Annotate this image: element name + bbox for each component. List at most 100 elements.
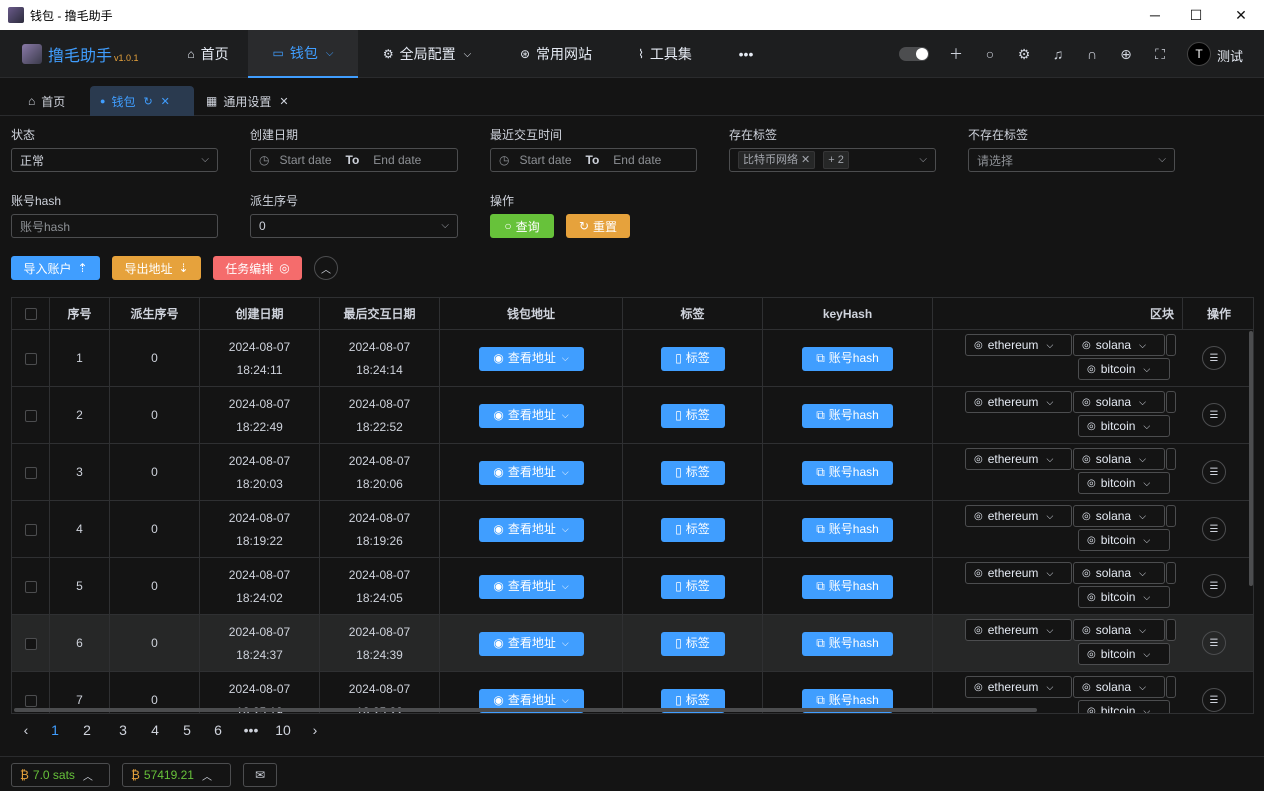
page-button[interactable]: 10	[271, 720, 295, 740]
minimize-button[interactable]: ─	[1132, 0, 1178, 30]
chain-bitcoin-select[interactable]: ◎ bitcoin ⌵	[1078, 358, 1170, 380]
status-select[interactable]: 正常 ⌵	[11, 148, 218, 172]
view-address-button[interactable]: ◉ 查看地址 ⌵	[478, 574, 584, 599]
sats-button[interactable]: ₿ 7.0 sats ︿	[11, 763, 110, 787]
mail-button[interactable]: ✉	[243, 763, 277, 787]
nav-more[interactable]: •••	[728, 30, 764, 78]
tab-home[interactable]: ⌂ 首页	[18, 86, 75, 116]
row-checkbox[interactable]	[24, 694, 37, 707]
chain-bitcoin-select[interactable]: ◎ bitcoin ⌵	[1078, 415, 1170, 437]
tag-button[interactable]: ▯ 标签	[660, 403, 725, 428]
page-button[interactable]: 1	[43, 720, 67, 740]
username[interactable]: 测试	[1217, 46, 1243, 65]
headset-icon[interactable]: ∩	[1082, 44, 1102, 64]
row-operations-button[interactable]: ☰	[1202, 460, 1226, 484]
theme-toggle[interactable]	[899, 47, 929, 61]
view-address-button[interactable]: ◉ 查看地址 ⌵	[478, 460, 584, 485]
tab-general-settings[interactable]: ▦ 通用设置 ✕	[196, 86, 299, 116]
account-hash-button[interactable]: ⧉ 账号hash	[802, 346, 893, 371]
chain-bitcoin-select[interactable]: ◎ bitcoin ⌵	[1078, 472, 1170, 494]
nav-global-config[interactable]: ⚙ 全局配置 ⌵	[368, 30, 486, 78]
maximize-button[interactable]: ☐	[1173, 0, 1219, 30]
page-button[interactable]: 4	[143, 720, 167, 740]
chain-more-select[interactable]	[1166, 505, 1176, 527]
chain-ethereum-select[interactable]: ◎ ethereum ⌵	[965, 448, 1072, 470]
page-button[interactable]: •••	[239, 720, 263, 740]
chain-bitcoin-select[interactable]: ◎ bitcoin ⌵	[1078, 700, 1170, 713]
settings-icon[interactable]: ⚙	[1014, 44, 1034, 64]
chain-ethereum-select[interactable]: ◎ ethereum ⌵	[965, 562, 1072, 584]
created-date-range[interactable]: ◷ Start date To End date	[250, 148, 458, 172]
vertical-scrollbar[interactable]	[1249, 331, 1253, 586]
chain-more-select[interactable]	[1166, 391, 1176, 413]
row-operations-button[interactable]: ☰	[1202, 346, 1226, 370]
chain-more-select[interactable]	[1166, 676, 1176, 698]
chain-solana-select[interactable]: ◎ solana ⌵	[1073, 562, 1165, 584]
page-button[interactable]: 3	[111, 720, 135, 740]
derive-select[interactable]: 0 ⌵	[250, 214, 458, 238]
chain-more-select[interactable]	[1166, 562, 1176, 584]
select-all-checkbox[interactable]	[24, 307, 37, 320]
collapse-filters-button[interactable]: ︿	[314, 256, 338, 280]
account-hash-button[interactable]: ⧉ 账号hash	[802, 460, 893, 485]
no-tags-select[interactable]: 请选择 ⌵	[968, 148, 1175, 172]
export-address-button[interactable]: 导出地址 ⇣	[112, 256, 201, 280]
chain-solana-select[interactable]: ◎ solana ⌵	[1073, 334, 1165, 356]
horizontal-scrollbar[interactable]	[14, 708, 1037, 712]
chain-bitcoin-select[interactable]: ◎ bitcoin ⌵	[1078, 529, 1170, 551]
chain-solana-select[interactable]: ◎ solana ⌵	[1073, 448, 1165, 470]
tag-button[interactable]: ▯ 标签	[660, 631, 725, 656]
row-checkbox[interactable]	[24, 409, 37, 422]
globe-icon[interactable]: ⊕	[1116, 44, 1136, 64]
search-icon[interactable]: ○	[980, 44, 1000, 64]
row-checkbox[interactable]	[24, 523, 37, 536]
row-checkbox[interactable]	[24, 580, 37, 593]
chain-solana-select[interactable]: ◎ solana ⌵	[1073, 619, 1165, 641]
page-button[interactable]: 5	[175, 720, 199, 740]
task-orchestration-button[interactable]: 任务编排 ◎	[213, 256, 302, 280]
tag-button[interactable]: ▯ 标签	[660, 346, 725, 371]
close-icon[interactable]: ✕	[161, 95, 170, 108]
chain-solana-select[interactable]: ◎ solana ⌵	[1073, 391, 1165, 413]
bell-icon[interactable]: ♫	[1048, 44, 1068, 64]
chain-more-select[interactable]	[1166, 334, 1176, 356]
account-hash-button[interactable]: ⧉ 账号hash	[802, 631, 893, 656]
chain-ethereum-select[interactable]: ◎ ethereum ⌵	[965, 505, 1072, 527]
next-page-button[interactable]: ›	[303, 720, 327, 740]
reset-button[interactable]: ↻ 重置	[566, 214, 630, 238]
refresh-icon[interactable]: ↻	[143, 95, 152, 108]
chain-more-select[interactable]	[1166, 448, 1176, 470]
row-operations-button[interactable]: ☰	[1202, 631, 1226, 655]
account-hash-button[interactable]: ⧉ 账号hash	[802, 403, 893, 428]
view-address-button[interactable]: ◉ 查看地址 ⌵	[478, 517, 584, 542]
chain-bitcoin-select[interactable]: ◎ bitcoin ⌵	[1078, 643, 1170, 665]
chain-ethereum-select[interactable]: ◎ ethereum ⌵	[965, 676, 1072, 698]
view-address-button[interactable]: ◉ 查看地址 ⌵	[478, 346, 584, 371]
brand[interactable]: 撸毛助手 v1.0.1	[22, 42, 139, 66]
has-tags-select[interactable]: 比特币网络 ✕ + 2 ⌵	[729, 148, 936, 172]
tag-button[interactable]: ▯ 标签	[660, 517, 725, 542]
account-hash-button[interactable]: ⧉ 账号hash	[802, 517, 893, 542]
row-operations-button[interactable]: ☰	[1202, 574, 1226, 598]
nav-wallet[interactable]: ▭ 钱包 ⌵	[248, 30, 358, 78]
chain-more-select[interactable]	[1166, 619, 1176, 641]
hash-input[interactable]: 账号hash	[11, 214, 218, 238]
tag-button[interactable]: ▯ 标签	[660, 460, 725, 485]
row-checkbox[interactable]	[24, 352, 37, 365]
chain-solana-select[interactable]: ◎ solana ⌵	[1073, 676, 1165, 698]
fullscreen-icon[interactable]: ⛶	[1150, 44, 1170, 64]
tag-button[interactable]: ▯ 标签	[660, 574, 725, 599]
close-icon[interactable]: ✕	[279, 95, 288, 108]
view-address-button[interactable]: ◉ 查看地址 ⌵	[478, 403, 584, 428]
btc-price-button[interactable]: ₿ 57419.21 ︿	[122, 763, 231, 787]
chain-solana-select[interactable]: ◎ solana ⌵	[1073, 505, 1165, 527]
import-account-button[interactable]: 导入账户 ⇡	[11, 256, 100, 280]
tab-wallet[interactable]: ● 钱包 ↻ ✕	[90, 86, 194, 116]
nav-websites[interactable]: ⊛ 常用网站	[508, 30, 604, 78]
chain-bitcoin-select[interactable]: ◎ bitcoin ⌵	[1078, 586, 1170, 608]
query-button[interactable]: ○ 查询	[490, 214, 554, 238]
view-address-button[interactable]: ◉ 查看地址 ⌵	[478, 631, 584, 656]
nav-home[interactable]: ⌂ 首页	[172, 30, 244, 78]
row-operations-button[interactable]: ☰	[1202, 688, 1226, 712]
chain-ethereum-select[interactable]: ◎ ethereum ⌵	[965, 619, 1072, 641]
